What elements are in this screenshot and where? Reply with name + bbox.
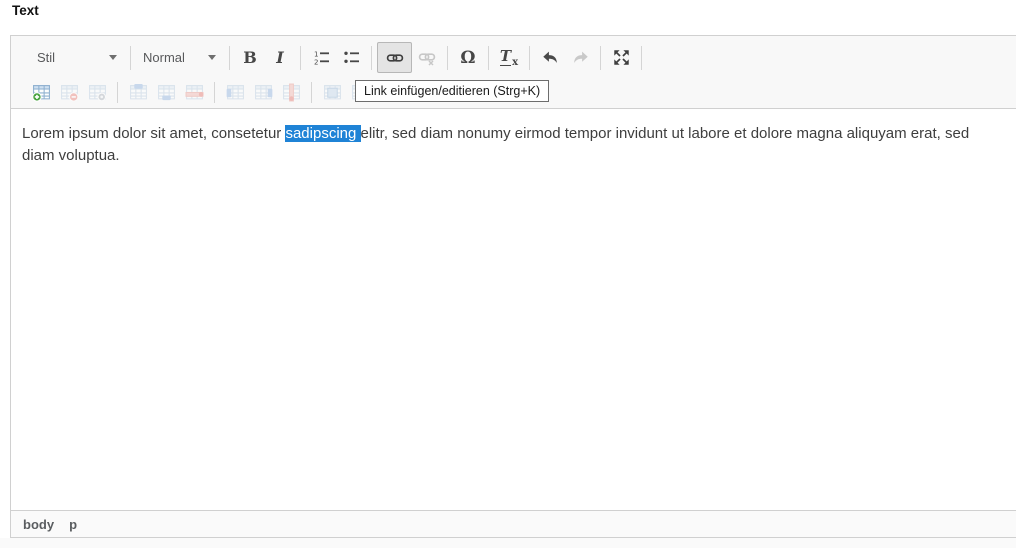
delete-table-button[interactable]: [55, 79, 83, 106]
omega-icon: Ω: [460, 48, 475, 68]
path-item-p[interactable]: p: [69, 517, 77, 532]
remove-format-icon: Tx: [500, 47, 518, 68]
merge-cells-button[interactable]: [318, 79, 346, 106]
selected-text: sadipscing: [285, 125, 360, 142]
element-path-bar: body p: [11, 510, 1016, 537]
italic-button[interactable]: I: [265, 44, 295, 72]
bold-icon: B: [243, 48, 257, 67]
redo-icon: [572, 50, 589, 66]
toolbar-separator: [300, 46, 301, 70]
chevron-down-icon: [208, 55, 216, 60]
maximize-icon: [613, 49, 630, 66]
insert-column-right-button[interactable]: [249, 79, 277, 106]
chevron-down-icon: [109, 55, 117, 60]
insert-table-icon: [32, 83, 51, 102]
text-before-selection: Lorem ipsum dolor sit amet, consetetur: [22, 125, 285, 142]
delete-row-button[interactable]: [180, 79, 208, 106]
toolbar-separator: [130, 46, 131, 70]
editor-content-area[interactable]: Lorem ipsum dolor sit amet, consetetur s…: [11, 109, 1016, 510]
svg-text:2: 2: [314, 59, 318, 67]
link-icon: [386, 49, 404, 67]
delete-column-button[interactable]: [277, 79, 305, 106]
link-button[interactable]: [377, 42, 412, 73]
bulleted-list-icon: [343, 49, 360, 66]
delete-column-icon: [282, 83, 301, 102]
undo-button[interactable]: [535, 44, 565, 72]
bulleted-list-button[interactable]: [336, 44, 366, 72]
insert-row-below-button[interactable]: [152, 79, 180, 106]
delete-table-icon: [60, 83, 79, 102]
table-properties-icon: [88, 83, 107, 102]
bold-button[interactable]: B: [235, 44, 265, 72]
insert-column-left-button[interactable]: [221, 79, 249, 106]
toolbar-separator: [488, 46, 489, 70]
maximize-button[interactable]: [606, 44, 636, 72]
unlink-icon: [418, 49, 436, 67]
svg-text:1: 1: [314, 51, 318, 59]
insert-row-above-button[interactable]: [124, 79, 152, 106]
numbered-list-icon: 1 2: [313, 49, 330, 66]
merge-cells-icon: [323, 83, 342, 102]
format-combo-label: Normal: [143, 50, 185, 65]
path-item-body[interactable]: body: [23, 517, 54, 532]
toolbar-separator: [117, 82, 118, 103]
styles-combo-label: Stil: [37, 50, 55, 65]
toolbar-separator: [311, 82, 312, 103]
insert-column-right-icon: [254, 83, 273, 102]
format-combo[interactable]: Normal: [136, 45, 224, 71]
link-button-tooltip: Link einfügen/editieren (Strg+K): [355, 80, 549, 102]
italic-icon: I: [276, 48, 283, 67]
toolbar-separator: [371, 46, 372, 70]
insert-table-button[interactable]: [27, 79, 55, 106]
toolbar-separator: [229, 46, 230, 70]
numbered-list-button[interactable]: 1 2: [306, 44, 336, 72]
toolbar-row-formatting: Stil Normal B I 1 2: [20, 38, 1008, 77]
toolbar-separator: [214, 82, 215, 103]
toolbar-separator: [600, 46, 601, 70]
undo-icon: [542, 50, 559, 66]
insert-row-below-icon: [157, 83, 176, 102]
toolbar-separator: [447, 46, 448, 70]
toolbar-separator: [641, 46, 642, 70]
page-title: Text: [12, 3, 39, 18]
delete-row-icon: [185, 83, 204, 102]
styles-combo[interactable]: Stil: [30, 45, 125, 71]
rich-text-editor: Stil Normal B I 1 2: [10, 35, 1016, 538]
paragraph: Lorem ipsum dolor sit amet, consetetur s…: [22, 123, 1004, 167]
remove-format-button[interactable]: Tx: [494, 44, 524, 72]
table-properties-button[interactable]: [83, 79, 111, 106]
redo-button[interactable]: [565, 44, 595, 72]
toolbar-separator: [529, 46, 530, 70]
insert-column-left-icon: [226, 83, 245, 102]
insert-row-above-icon: [129, 83, 148, 102]
page-background-strip: [0, 538, 1016, 548]
unlink-button[interactable]: [412, 44, 442, 72]
special-character-button[interactable]: Ω: [453, 44, 483, 72]
